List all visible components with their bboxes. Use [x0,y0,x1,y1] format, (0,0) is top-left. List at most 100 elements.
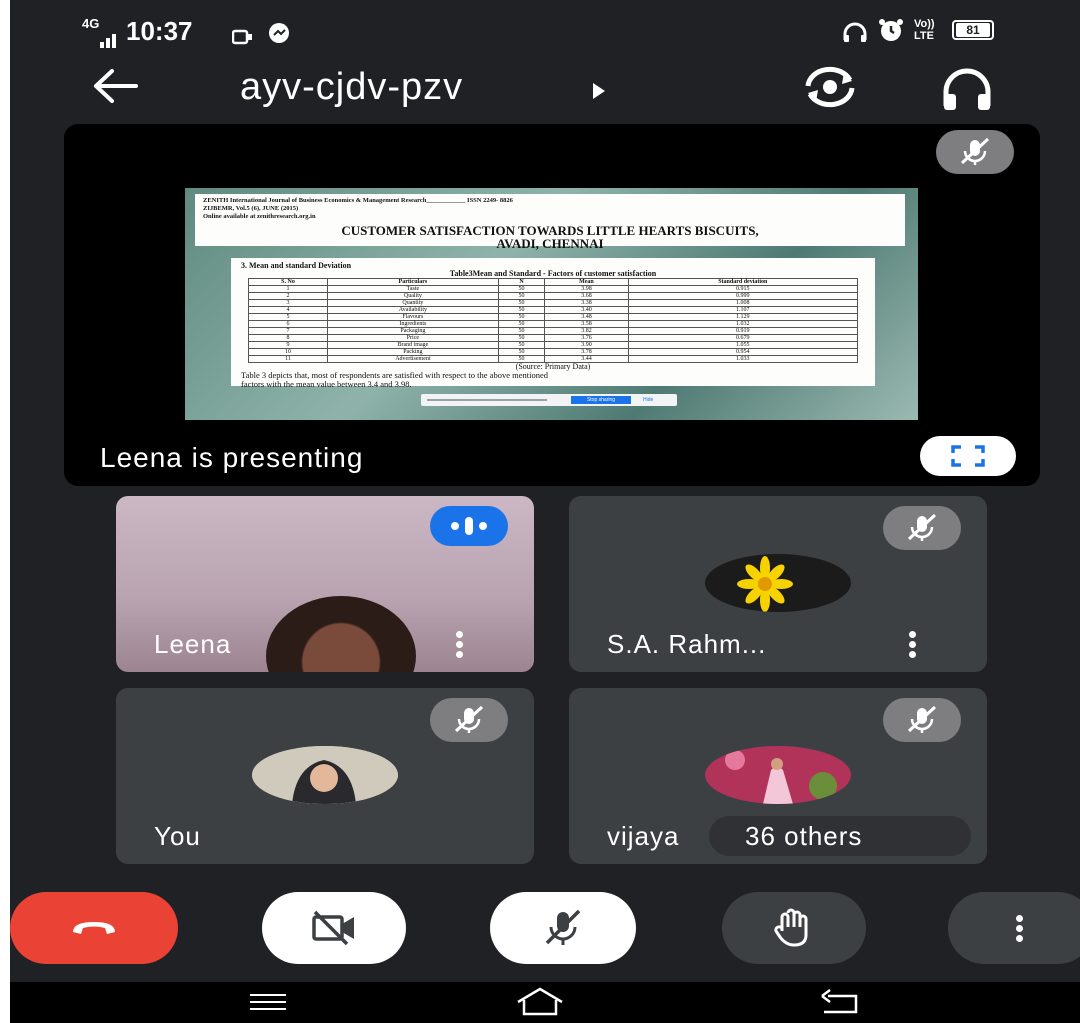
home-button[interactable] [514,986,566,1023]
participant-name: Leena [154,629,232,659]
meeting-code[interactable]: ayv-cjdv-pzv [240,66,463,109]
menu-lines-icon [250,994,286,1010]
table-row: 6 Ingredients 50 3.58 1.032 [247,320,859,328]
table-cell: 1.008 [627,299,859,307]
fullscreen-icon [951,445,985,467]
presenter-label: Leena is presenting [100,442,364,473]
alarm-icon [878,18,904,49]
back-nav-button[interactable] [818,988,862,1021]
table-header-cell: Mean [544,278,629,286]
table-row: 9 Brand image 50 3.90 1.055 [247,341,859,349]
back-nav-icon [821,989,858,1014]
table-row: 3 Quantity 50 3.38 1.008 [247,299,859,307]
speaking-indicator [430,506,508,546]
table-cell: 9 [247,341,329,349]
table-cell: Packaging [327,327,499,335]
battery-level: 81 [956,23,990,37]
participant-menu-button[interactable] [456,628,466,661]
slide-title-2: AVADI, CHENNAI [496,236,604,251]
hand-icon [774,908,808,947]
stop-sharing-button[interactable]: Stop sharing [571,396,631,404]
table-cell: Ingredients [327,320,499,328]
table-cell: 50 [497,341,546,349]
camera-toggle-button[interactable] [262,892,406,964]
raise-hand-button[interactable] [722,892,866,964]
shared-slide: ZENITH International Journal of Business… [185,188,918,420]
sunflower-avatar-image [737,556,793,612]
table-body: 1 Taste 50 3.98 0.915 2 Quality 50 3.68 0.999 3 Qua… [247,285,859,363]
table-row: 4 Availability 50 3.40 1.107 [247,306,859,314]
table-cell: 1.055 [627,341,859,349]
others-badge[interactable]: 36 others [709,816,971,856]
avatar [705,746,851,804]
table-cell: 10 [247,348,329,356]
mic-off-icon [545,909,581,945]
table-cell: 1 [247,285,329,293]
table-row: 10 Packing 50 3.78 0.954 [247,348,859,356]
table-cell: 0.919 [627,327,859,335]
table-cell: Flavours [327,313,499,321]
woman-avatar-image [705,746,851,804]
participant-tile-you[interactable]: You [116,688,534,864]
slide-body: 3. Mean and standard Deviation Table3Mea… [231,258,875,389]
table-cell: 0.679 [627,334,859,342]
table-cell: Advertisement [327,355,499,363]
table-row: 7 Packaging 50 3.82 0.919 [247,327,859,335]
table-cell: 3.90 [544,341,629,349]
participant-tile-rahm[interactable]: S.A. Rahm... [569,496,987,672]
presentation-tile[interactable]: ZENITH International Journal of Business… [64,124,1040,486]
phone-hangup-icon [73,922,115,934]
journal-line-3: Online available at zenithresearch.org.i… [203,213,316,220]
mic-toggle-button[interactable] [490,892,636,964]
avatar [705,554,851,612]
more-vert-icon [1016,912,1026,945]
meet-call-screen: 4G 10:37 Vo)) LTE 81 ayv-cjdv-pzv ZENITH… [10,0,1080,1023]
hide-sharing-bar-link[interactable]: Hide [643,396,653,404]
muted-badge [883,506,961,550]
messenger-icon [268,20,290,51]
participant-menu-button[interactable] [909,628,919,661]
table-cell: 3 [247,299,329,307]
table-row: 2 Quality 50 3.68 0.999 [247,292,859,300]
participant-tile-leena[interactable]: Leena [116,496,534,672]
child-avatar-image [252,746,398,804]
table-cell: 4 [247,306,329,314]
table-cell: 6 [247,320,329,328]
table-cell: 50 [497,348,546,356]
table-cell: 50 [497,320,546,328]
table-cell: Availability [327,306,499,314]
table-cell: 3.82 [544,327,629,335]
status-bar: 4G 10:37 Vo)) LTE 81 [82,14,1012,48]
back-button[interactable] [90,66,146,112]
muted-badge [883,698,961,742]
meeting-info-arrow-icon[interactable] [592,82,606,105]
network-indicator: 4G [82,17,99,49]
recents-button[interactable] [248,992,288,1017]
camera-off-icon [312,910,354,946]
audio-output-button[interactable] [940,66,996,114]
participant-tile-vijaya[interactable]: vijaya 36 others [569,688,987,864]
switch-camera-button[interactable] [802,64,862,114]
slide-header: ZENITH International Journal of Business… [195,194,905,250]
table-cell: 2 [247,292,329,300]
more-options-button[interactable] [948,892,1080,964]
fullscreen-button[interactable] [920,436,1016,476]
table-header-row: S. No Particulars N Mean Standard deviation [247,278,859,286]
table-cell: 3.98 [544,285,629,293]
participant-name: vijaya [607,821,680,851]
table-cell: Brand image [327,341,499,349]
table-cell: 3.68 [544,292,629,300]
sharing-bar: Stop sharing Hide [421,394,677,406]
table-cell: 50 [497,313,546,321]
table-cell: Taste [327,285,499,293]
table-cell: 3.58 [544,320,629,328]
end-call-button[interactable] [10,892,178,964]
stats-table: S. No Particulars N Mean Standard deviation … [247,278,859,363]
table-header-cell: Standard deviation [627,278,859,286]
headphones-status-icon [842,20,868,51]
mic-off-icon [907,705,937,733]
speaking-dot [451,522,459,530]
system-nav-bar [10,982,1080,1023]
table-header-cell: Particulars [327,278,499,286]
table-row: 1 Taste 50 3.98 0.915 [247,285,859,293]
